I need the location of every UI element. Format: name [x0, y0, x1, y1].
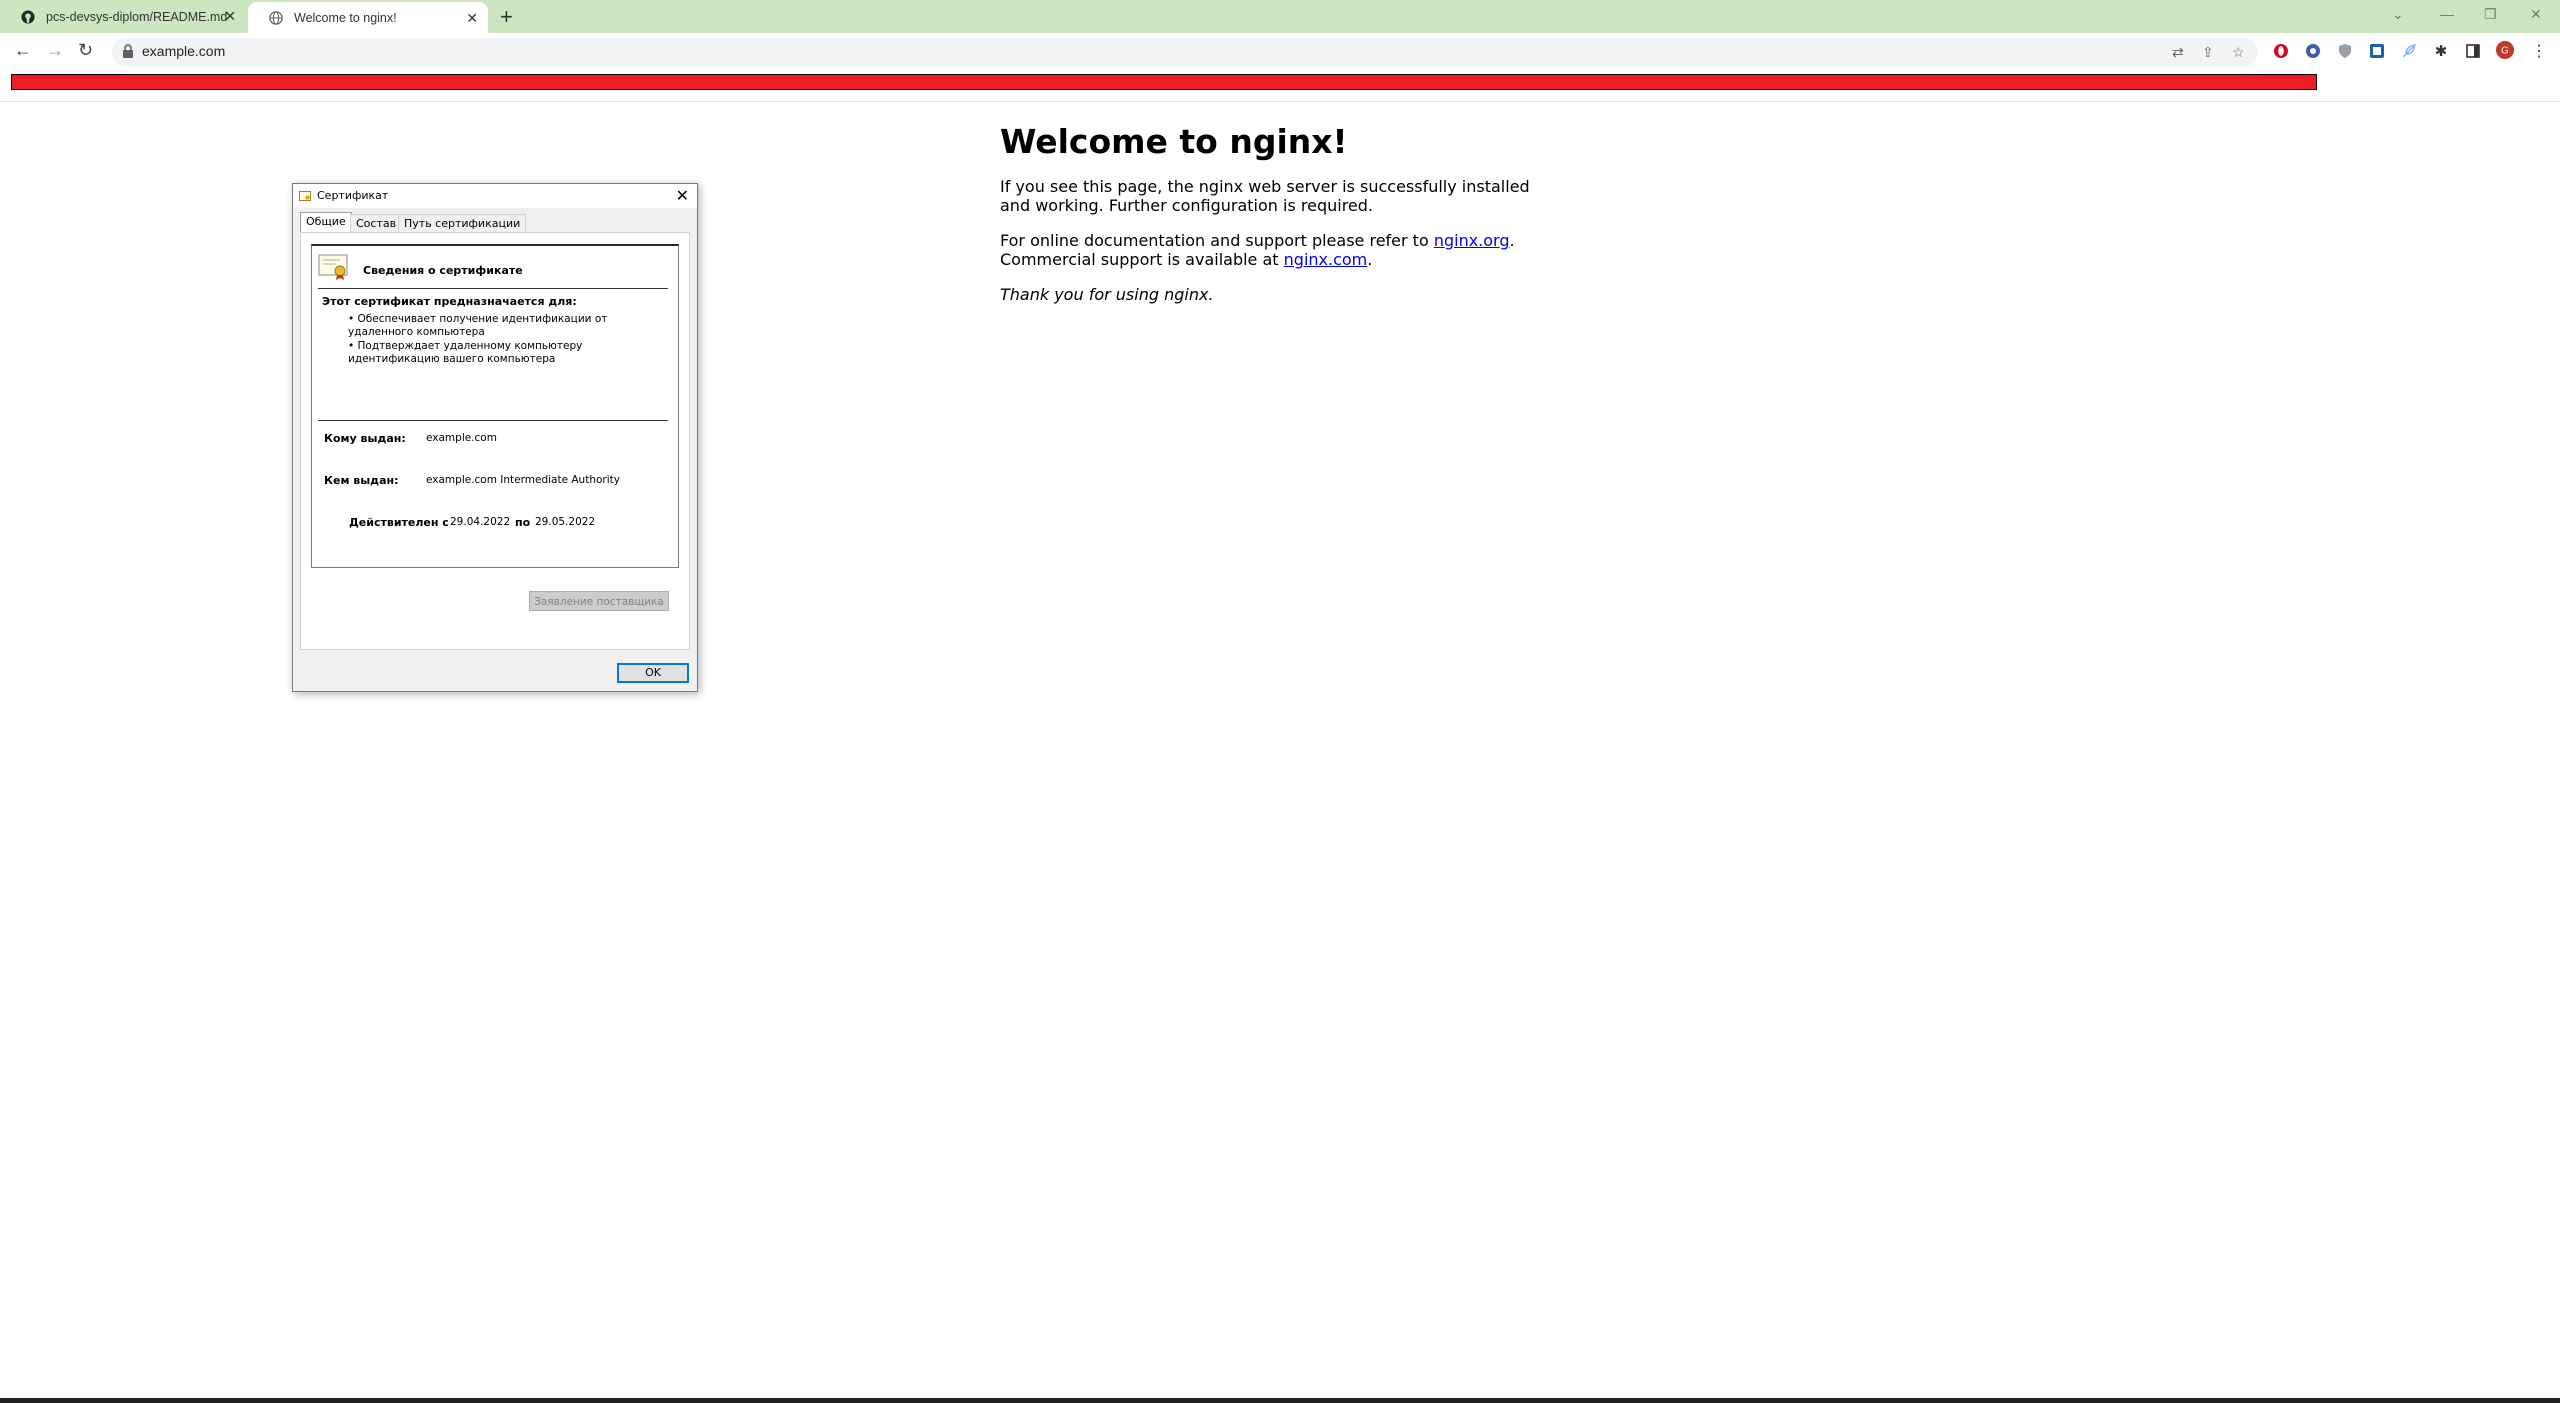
tab-general[interactable]: Общие	[300, 212, 352, 233]
menu-kebab-icon[interactable]: ⋮	[2530, 42, 2548, 60]
purpose-item: • Обеспечивает получение идентификации о…	[348, 313, 608, 338]
tab-search-icon[interactable]: ⌄	[2392, 6, 2404, 23]
minimize-button[interactable]: —	[2440, 6, 2454, 22]
lock-icon[interactable]	[122, 44, 136, 58]
nginx-com-link[interactable]: nginx.com	[1284, 250, 1368, 269]
shield-extension-icon[interactable]	[2336, 42, 2354, 60]
install-paragraph: If you see this page, the nginx web serv…	[1000, 177, 1530, 215]
nginx-welcome: Welcome to nginx! If you see this page, …	[1000, 122, 1560, 320]
issued-to-value: example.com	[426, 432, 497, 444]
extensions-puzzle-icon[interactable]: ✱	[2432, 42, 2450, 60]
thanks-text: Thank you for using nginx.	[1000, 285, 1214, 304]
reload-icon[interactable]: ↻	[78, 40, 93, 61]
translate-icon[interactable]: ⇄	[2172, 44, 2184, 61]
bookmark-star-icon[interactable]: ☆	[2232, 44, 2245, 61]
certificate-icon	[299, 190, 311, 202]
certificate-info-box: Сведения о сертификате Этот сертификат п…	[311, 244, 679, 568]
taskbar-edge	[0, 1398, 2560, 1403]
share-icon[interactable]: ⇪	[2202, 44, 2214, 61]
tab-nginx[interactable]: Welcome to nginx! ✕	[248, 2, 488, 33]
issuer-statement-button[interactable]: Заявление поставщика	[529, 591, 669, 611]
dialog-titlebar[interactable]: Сертификат ✕	[293, 184, 697, 208]
svg-text:G: G	[2501, 46, 2509, 57]
feather-extension-icon[interactable]	[2400, 42, 2418, 60]
certificate-header-text: Сведения о сертификате	[363, 264, 523, 277]
globe-icon	[268, 10, 284, 26]
general-panel: Сведения о сертификате Этот сертификат п…	[300, 232, 690, 650]
support-text: For online documentation and support ple…	[1000, 231, 1434, 250]
forward-icon[interactable]: →	[46, 40, 64, 61]
valid-from-value: 29.04.2022	[450, 516, 511, 528]
opera-extension-icon[interactable]	[2272, 42, 2290, 60]
issued-by-value: example.com Intermediate Authority	[426, 474, 620, 486]
issued-to-label: Кому выдан:	[324, 432, 406, 445]
back-icon[interactable]: ←	[14, 40, 32, 61]
close-tab-icon[interactable]: ✕	[224, 8, 236, 25]
page-heading: Welcome to nginx!	[1000, 122, 1348, 161]
divider	[318, 420, 668, 421]
tab-bar: pcs-devsys-diplom/README.md at main ✕ We…	[0, 0, 2560, 33]
valid-to-label: по	[515, 516, 531, 529]
address-bar[interactable]: example.com ⇄ ⇪ ☆	[112, 38, 2258, 66]
tab-github[interactable]: pcs-devsys-diplom/README.md at main ✕	[0, 0, 246, 33]
close-window-button[interactable]: ✕	[2530, 6, 2542, 23]
divider	[0, 101, 2560, 102]
certificate-large-icon	[318, 254, 348, 280]
support-text-end: .	[1367, 250, 1373, 269]
ok-button[interactable]: OK	[617, 663, 689, 683]
close-tab-icon[interactable]: ✕	[466, 10, 478, 27]
profile-avatar[interactable]: G	[2496, 41, 2514, 59]
close-icon[interactable]: ✕	[676, 186, 689, 205]
support-paragraph: For online documentation and support ple…	[1000, 231, 1560, 269]
tab-title: pcs-devsys-diplom/README.md at main	[46, 9, 231, 24]
tab-details[interactable]: Состав	[350, 214, 403, 232]
valid-to-value: 29.05.2022	[535, 516, 596, 528]
purpose-text: Подтверждает удаленному компьютеру идент…	[348, 340, 583, 365]
thanks-paragraph: Thank you for using nginx.	[1000, 285, 1560, 304]
purpose-text: Обеспечивает получение идентификации от …	[348, 313, 608, 338]
purpose-item: • Подтверждает удаленному компьютеру иде…	[348, 340, 583, 365]
certificate-dialog: Сертификат ✕ Общие Состав Путь сертифика…	[292, 183, 698, 692]
divider	[318, 288, 668, 289]
nginx-org-link[interactable]: nginx.org	[1434, 231, 1510, 250]
purpose-title: Этот сертификат предназначается для:	[322, 295, 577, 308]
vpn-extension-icon[interactable]	[2304, 42, 2322, 60]
dialog-title: Сертификат	[317, 189, 389, 202]
red-bar	[11, 74, 2317, 90]
restore-button[interactable]: ❐	[2484, 6, 2497, 23]
browser-toolbar: ← → ↻ example.com ⇄ ⇪ ☆ ✱ G ⋮	[0, 33, 2560, 70]
tab-certification-path[interactable]: Путь сертификации	[398, 214, 527, 232]
tab-title: Welcome to nginx!	[294, 10, 397, 25]
valid-from-label: Действителен с	[349, 516, 449, 529]
dev-extension-icon[interactable]	[2368, 42, 2386, 60]
issued-by-label: Кем выдан:	[324, 474, 399, 487]
new-tab-button[interactable]: +	[500, 4, 513, 30]
github-icon	[20, 9, 36, 25]
url-text[interactable]: example.com	[142, 43, 225, 59]
side-panel-icon[interactable]	[2464, 42, 2482, 60]
